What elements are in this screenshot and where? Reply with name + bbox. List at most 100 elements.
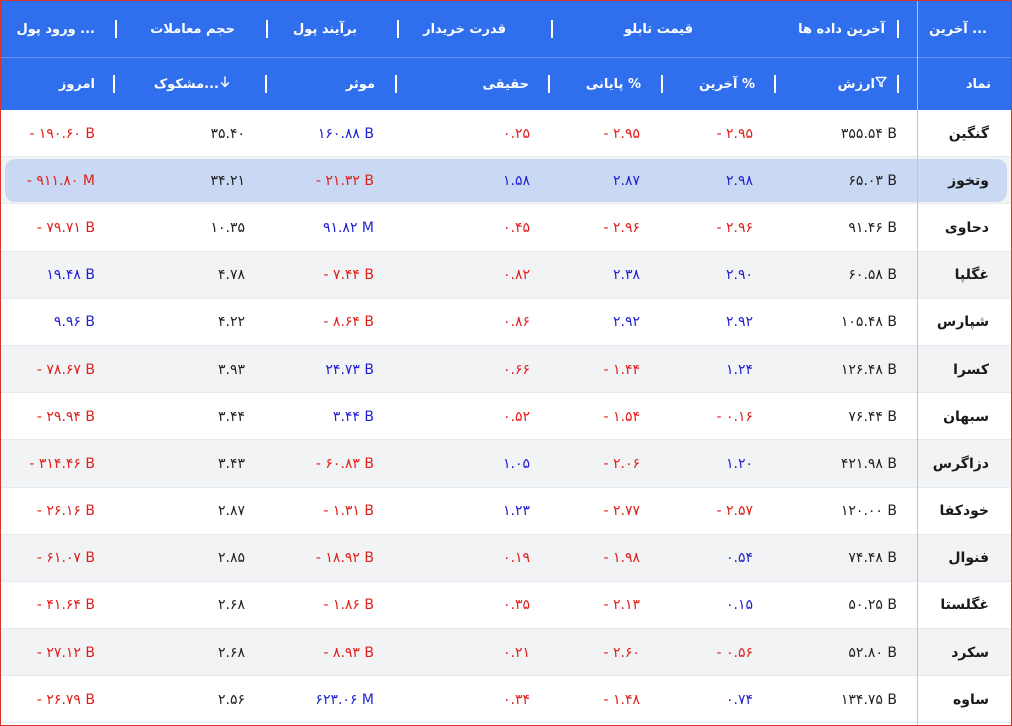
- header-symbol[interactable]: نماد: [966, 58, 991, 110]
- header-real[interactable]: حقیقی: [482, 58, 529, 110]
- table-row[interactable]: غگلستا ۵۰.۲۵ B ۰.۱۵ - ۲.۱۳ ۰.۳۵ - ۱.۸۶ B ۲.۶۸ -…: [1, 581, 1011, 630]
- cell-real: ۰.۱۹: [502, 550, 530, 567]
- cell-value: ۵۰.۲۵ B: [848, 597, 897, 614]
- header-close-pct[interactable]: پایانی %: [586, 58, 641, 110]
- cell-real: ۰.۶۶: [502, 361, 530, 378]
- cell-value: ۷۶.۴۴ B: [848, 408, 897, 425]
- cell-symbol[interactable]: ساوه: [953, 676, 989, 723]
- cell-symbol[interactable]: گنگین: [949, 110, 989, 157]
- cell-today: - ۲۹.۹۴ B: [36, 408, 95, 425]
- cell-real: ۰.۳۴: [502, 691, 530, 708]
- cell-today: - ۷۹.۷۱ B: [36, 219, 95, 236]
- cell-today: ۹.۹۶ B: [53, 314, 95, 331]
- cell-close-pct: - ۲.۰۶: [603, 455, 640, 472]
- cell-value: ۶۵.۰۳ B: [848, 172, 897, 189]
- cell-suspect: ۲.۶۸: [217, 644, 245, 661]
- cell-real: ۰.۲۱: [502, 644, 530, 661]
- table-row[interactable]: ساوه ۱۳۴.۷۵ B ۰.۷۴ - ۱.۴۸ ۰.۳۴ ۶۲۳.۰۶ M ۲.۵۶ - …: [1, 676, 1011, 724]
- header-sub-row: نماد ارزش آخرین % پایانی % حقیقی موثر مش…: [1, 57, 1011, 110]
- cell-symbol[interactable]: غگلپا: [955, 252, 989, 299]
- header-value[interactable]: ارزش: [838, 58, 895, 110]
- cell-last-pct: - ۲.۵۷: [716, 503, 753, 520]
- cell-suspect: ۲.۵۶: [217, 691, 245, 708]
- header-money-inflow[interactable]: ورود پول ...: [17, 1, 96, 57]
- cell-last-pct: ۲.۹۸: [725, 172, 753, 189]
- cell-symbol[interactable]: کسرا: [953, 346, 989, 393]
- header-suspect[interactable]: مشکوک...: [154, 58, 245, 110]
- cell-symbol[interactable]: دحاوی: [945, 204, 989, 251]
- cell-close-pct: - ۲.۶۰: [603, 644, 640, 661]
- cell-symbol[interactable]: خودکفا: [939, 488, 989, 535]
- table-row[interactable]: خودکفا ۱۲۰.۰۰ B - ۲.۵۷ - ۲.۷۷ ۱.۲۳ - ۱.۳۱ B ۲.…: [1, 487, 1011, 535]
- table-row[interactable]: غگلپا ۶۰.۵۸ B ۲.۹۰ ۲.۳۸ ۰.۸۲ - ۷.۴۴ B ۴.۷۸ ۱۹.۴…: [1, 251, 1011, 299]
- cell-value: ۵۲.۸۰ B: [848, 644, 897, 661]
- header-buyer-power[interactable]: قدرت خریدار: [423, 1, 506, 57]
- header-trade-volume[interactable]: حجم معاملات: [150, 1, 235, 57]
- cell-close-pct: ۲.۳۸: [612, 267, 640, 284]
- cell-today: - ۹۱۱.۸۰ M: [26, 172, 95, 189]
- cell-value: ۱۳۴.۷۵ B: [840, 691, 897, 708]
- cell-value: ۱۲۶.۴۸ B: [840, 361, 897, 378]
- table-row[interactable]: فنوال ۷۴.۴۸ B ۰.۵۴ - ۱.۹۸ ۰.۱۹ - ۱۸.۹۲ B ۲.۸۵ -…: [1, 534, 1011, 582]
- cell-close-pct: - ۱.۵۴: [603, 408, 640, 425]
- cell-real: ۰.۲۵: [502, 125, 530, 142]
- header-last-pct[interactable]: آخرین %: [699, 58, 755, 110]
- table-row[interactable]: سبهان ۷۶.۴۴ B - ۰.۱۶ - ۱.۵۴ ۰.۵۲ ۳.۴۴ B ۳.۴۴ - …: [1, 393, 1011, 441]
- header-last-data[interactable]: آخرین داده ها: [798, 1, 885, 57]
- header-board-price[interactable]: قیمت تابلو: [624, 1, 693, 57]
- cell-close-pct: - ۲.۱۳: [603, 597, 640, 614]
- cell-suspect: ۲.۸۵: [217, 550, 245, 567]
- cell-today: - ۶۱.۰۷ B: [36, 550, 95, 567]
- cell-value: ۳۵۵.۵۴ B: [840, 125, 897, 142]
- table-row[interactable]: دحاوی ۹۱.۴۶ B - ۲.۹۶ - ۲.۹۶ ۰.۴۵ ۹۱.۸۲ M ۱۰.۳۵…: [1, 204, 1011, 252]
- cell-today: - ۲۶.۱۶ B: [36, 503, 95, 520]
- header-separator: [551, 20, 553, 38]
- header-separator: [548, 75, 550, 93]
- header-money-flow[interactable]: برآیند پول: [293, 1, 357, 57]
- table-row[interactable]: گنگین ۳۵۵.۵۴ B - ۲.۹۵ - ۲.۹۵ ۰.۲۵ ۱۶۰.۸۸ B ۳۵.…: [1, 110, 1011, 158]
- cell-symbol[interactable]: غگلستا: [940, 582, 989, 629]
- header-today[interactable]: امروز: [59, 58, 95, 110]
- table-row[interactable]: سکرد ۵۲.۸۰ B - ۰.۵۶ - ۲.۶۰ ۰.۲۱ - ۸.۹۳ B ۲.۶۸ -…: [1, 629, 1011, 677]
- cell-last-pct: ۲.۹۲: [725, 314, 753, 331]
- cell-effective: ۹۱.۸۲ M: [322, 219, 374, 236]
- arrow-down-icon[interactable]: [219, 76, 231, 92]
- cell-suspect: ۳.۴۴: [217, 408, 245, 425]
- cell-value: ۱۰۵.۴۸ B: [840, 314, 897, 331]
- header-effective[interactable]: موثر: [346, 58, 375, 110]
- cell-symbol[interactable]: سکرد: [951, 629, 989, 676]
- cell-effective: - ۸.۹۳ B: [323, 644, 374, 661]
- cell-symbol[interactable]: شپارس: [937, 299, 989, 346]
- cell-symbol[interactable]: وتخوز: [948, 157, 989, 204]
- table-row[interactable]: شپارس ۱۰۵.۴۸ B ۲.۹۲ ۲.۹۲ ۰.۸۶ - ۸.۶۴ B ۴.۲۲ ۹.۹…: [1, 298, 1011, 346]
- cell-close-pct: - ۱.۹۸: [603, 550, 640, 567]
- cell-last-pct: ۱.۲۴: [725, 361, 753, 378]
- filter-icon[interactable]: [875, 76, 887, 92]
- header-separator: [397, 20, 399, 38]
- cell-symbol[interactable]: سبهان: [943, 393, 989, 440]
- header-separator: [265, 75, 267, 93]
- cell-close-pct: - ۲.۷۷: [603, 503, 640, 520]
- cell-effective: ۲۴.۷۳ B: [325, 361, 374, 378]
- header-separator: [774, 75, 776, 93]
- cell-effective: - ۶۰.۸۳ B: [315, 455, 374, 472]
- cell-effective: ۶۲۳.۰۶ M: [315, 691, 374, 708]
- cell-symbol[interactable]: دزاگرس: [933, 440, 989, 487]
- cell-real: ۱.۵۸: [502, 172, 530, 189]
- header-value-label: ارزش: [837, 76, 875, 92]
- cell-last-pct: - ۲.۹۵: [716, 125, 753, 142]
- cell-real: ۰.۴۵: [502, 219, 530, 236]
- cell-today: - ۳۱۴.۴۶ B: [29, 455, 95, 472]
- cell-last-pct: ۰.۵۴: [725, 550, 753, 567]
- header-separator: [661, 75, 663, 93]
- header-last[interactable]: آخرین ...: [929, 1, 987, 57]
- cell-suspect: ۳۴.۲۱: [210, 172, 245, 189]
- cell-symbol[interactable]: فنوال: [948, 535, 989, 582]
- table-row[interactable]: دزاگرس ۴۲۱.۹۸ B ۱.۲۰ - ۲.۰۶ ۱.۰۵ - ۶۰.۸۳ B ۳.۴…: [1, 440, 1011, 488]
- table-row[interactable]: کسرا ۱۲۶.۴۸ B ۱.۲۴ - ۱.۴۴ ۰.۶۶ ۲۴.۷۳ B ۳.۹۳ - ۷…: [1, 345, 1011, 394]
- table-row[interactable]: وتخوز ۶۵.۰۳ B ۲.۹۸ ۲.۸۷ ۱.۵۸ - ۲۱.۳۲ B ۳۴.۲۱ - …: [1, 157, 1011, 205]
- cell-last-pct: - ۰.۵۶: [716, 644, 753, 661]
- cell-value: ۷۴.۴۸ B: [848, 550, 897, 567]
- stock-table: آخرین ... آخرین داده ها قیمت تابلو قدرت …: [0, 0, 1012, 726]
- cell-effective: - ۸.۶۴ B: [323, 314, 374, 331]
